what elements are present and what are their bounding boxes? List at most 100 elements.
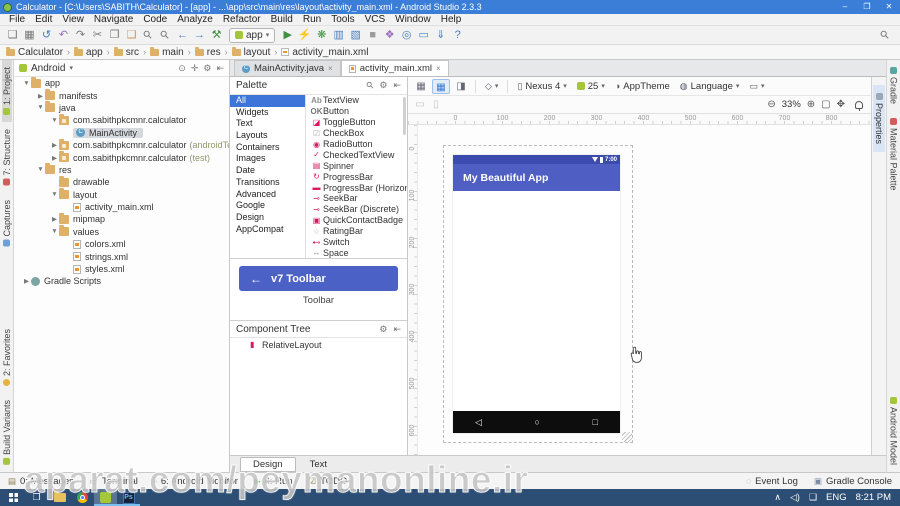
toolbar-icon[interactable]: ◎ <box>398 27 415 44</box>
api-level-select[interactable]: 25 ▾ <box>573 81 609 92</box>
toolbar-icon[interactable]: ↺ <box>38 27 55 44</box>
menu-item[interactable]: Analyze <box>172 14 218 26</box>
view-mode-icon[interactable]: ▦ <box>432 78 450 94</box>
status-bar-button[interactable]: ◌ Event Log <box>746 476 798 487</box>
orientation-select[interactable]: ◇ ▾ <box>481 81 502 92</box>
zoom-out-icon[interactable]: ⊖ <box>767 99 775 110</box>
palette-category[interactable]: Text <box>230 118 305 130</box>
tree-expand-arrow-icon[interactable]: ▼ <box>50 191 59 198</box>
view-mode-icon[interactable]: ◨ <box>452 79 470 94</box>
language-indicator[interactable]: ENG <box>826 492 847 503</box>
project-tree-row[interactable]: ▼ app <box>14 77 229 89</box>
project-tree-row[interactable]: ▶ Gradle Scripts <box>14 275 229 287</box>
menu-item[interactable]: Build <box>266 14 298 26</box>
notifications-icon[interactable]: ❑ <box>809 492 817 503</box>
breadcrumb-item[interactable]: layout › <box>231 46 282 58</box>
toolbar-icon[interactable]: ▦ <box>21 27 38 44</box>
tree-expand-arrow-icon[interactable]: ▼ <box>36 166 45 173</box>
palette-category[interactable]: Layouts <box>230 130 305 142</box>
component-tree-row[interactable]: ▮ RelativeLayout <box>230 338 407 351</box>
toolbar-icon[interactable]: ❖ <box>381 27 398 44</box>
menu-item[interactable]: View <box>57 14 89 26</box>
menu-item[interactable]: Window <box>390 14 436 26</box>
toolbar-icon[interactable]: ■ <box>364 27 381 44</box>
device-preview[interactable]: 7:00 My Beautiful App ◁ ○ □ <box>453 155 620 433</box>
project-tree-row[interactable]: colors.xml <box>14 238 229 250</box>
tree-expand-arrow-icon[interactable]: ▶ <box>50 215 59 223</box>
toolbar-icon[interactable]: ❐ <box>106 27 123 44</box>
tool-window-tab[interactable]: Material Palette <box>889 111 899 198</box>
toolbar-icon[interactable]: ❏ <box>4 27 21 44</box>
status-bar-button[interactable]: ▣ Gradle Console <box>814 476 892 487</box>
palette-widget-item[interactable]: ☑ CheckBox <box>306 128 407 139</box>
project-tree-row[interactable]: drawable <box>14 175 229 188</box>
palette-widget-item[interactable]: ⊸ SeekBar (Discrete) <box>306 204 407 215</box>
hide-panel-icon[interactable]: ⇤ <box>393 80 401 91</box>
toolbar-icon[interactable]: ↷ <box>72 27 89 44</box>
palette-widget-item[interactable]: ⊸ SeekBar <box>306 193 407 204</box>
tool-window-tab[interactable]: Gradle <box>889 60 899 111</box>
language-select[interactable]: ◍ Language ▾ <box>676 81 744 92</box>
menu-item[interactable]: Tools <box>326 14 359 26</box>
palette-category[interactable]: All <box>230 95 305 107</box>
palette-category[interactable]: Images <box>230 153 305 165</box>
menu-item[interactable]: VCS <box>360 14 391 26</box>
status-bar-button[interactable]: ▤ 0: Messages <box>8 476 74 487</box>
toolbar-icon[interactable]: ✂ <box>89 27 106 44</box>
palette-widget-item[interactable]: Ab TextView <box>306 95 407 106</box>
palette-category[interactable]: Google <box>230 200 305 212</box>
status-bar-button[interactable]: ▭ Terminal <box>90 476 138 487</box>
minimize-button[interactable]: – <box>834 0 856 14</box>
status-bar-button[interactable]: ▶ 4: Run <box>254 476 293 487</box>
tool-window-tab[interactable]: Captures <box>2 193 12 254</box>
toolbar-icon[interactable]: ⚡ <box>296 27 313 44</box>
tree-expand-arrow-icon[interactable]: ▶ <box>22 277 31 285</box>
palette-category[interactable]: Widgets <box>230 107 305 119</box>
maximize-button[interactable]: ❐ <box>856 0 878 14</box>
tree-expand-arrow-icon[interactable]: ▶ <box>50 154 59 162</box>
chrome-button[interactable] <box>71 489 94 506</box>
device-select[interactable]: ▯ Nexus 4 ▾ <box>513 81 570 92</box>
zoom-in-icon[interactable]: ⊕ <box>807 99 815 110</box>
palette-widget-item[interactable]: ▤ Spinner <box>306 160 407 171</box>
tree-expand-arrow-icon[interactable]: ▼ <box>50 228 59 235</box>
gear-icon[interactable]: ⚙ <box>379 324 387 335</box>
breadcrumb-item[interactable]: main › <box>150 46 195 58</box>
palette-widget-item[interactable]: ◪ ToggleButton <box>306 117 407 128</box>
search-everywhere-icon[interactable]: ⚲ <box>873 23 897 47</box>
toolbar-icon[interactable]: ▶ <box>279 27 296 44</box>
palette-widget-item[interactable]: ◉ RadioButton <box>306 139 407 150</box>
search-icon[interactable]: ⚲ <box>364 79 376 91</box>
close-button[interactable]: ✕ <box>878 0 900 14</box>
project-tree-row[interactable]: ▼ values <box>14 225 229 238</box>
project-tree-row[interactable]: ▶ com.sabithpkcmnr.calculator (test) <box>14 151 229 163</box>
toolbar-icon[interactable]: ❋ <box>313 27 330 44</box>
gear-icon[interactable]: ⚙ <box>379 80 387 91</box>
palette-category[interactable]: Containers <box>230 142 305 154</box>
project-tree-row[interactable]: ▶ com.sabithpkcmnr.calculator(androidTes… <box>14 138 229 151</box>
close-tab-icon[interactable]: × <box>436 64 441 73</box>
collapse-all-icon[interactable]: ⊙ <box>178 63 186 74</box>
toolbar-icon[interactable]: ▥ <box>330 27 347 44</box>
palette-widget-item[interactable]: ☆ RatingBar <box>306 226 407 237</box>
breadcrumb-item[interactable]: app › <box>74 46 114 58</box>
project-tree-row[interactable]: strings.xml <box>14 250 229 262</box>
editor-mode-tab[interactable]: Design <box>240 456 296 472</box>
hide-panel-icon[interactable]: ⇤ <box>216 63 224 74</box>
menu-item[interactable]: Code <box>138 14 172 26</box>
notifications-bell-icon[interactable] <box>855 100 863 111</box>
toolbar-icon[interactable]: ⚒ <box>208 27 225 44</box>
menu-item[interactable]: Refactor <box>218 14 266 26</box>
menu-item[interactable]: File <box>4 14 30 26</box>
properties-tab[interactable]: Properties <box>873 85 885 153</box>
pan-icon[interactable]: ✥ <box>837 99 845 110</box>
project-view-select[interactable]: Android <box>31 63 65 74</box>
menu-item[interactable]: Edit <box>30 14 57 26</box>
toolbar-icon[interactable]: ↶ <box>55 27 72 44</box>
status-bar-button[interactable]: ☑ TODO <box>309 476 348 487</box>
project-tree-row[interactable]: ▼ java <box>14 101 229 114</box>
breadcrumb-item[interactable]: src › <box>113 46 150 58</box>
project-tree-row[interactable]: ▶ mipmap <box>14 212 229 225</box>
tree-expand-arrow-icon[interactable]: ▼ <box>50 117 59 124</box>
v7-toolbar-preview[interactable]: ← v7 Toolbar <box>239 266 398 291</box>
